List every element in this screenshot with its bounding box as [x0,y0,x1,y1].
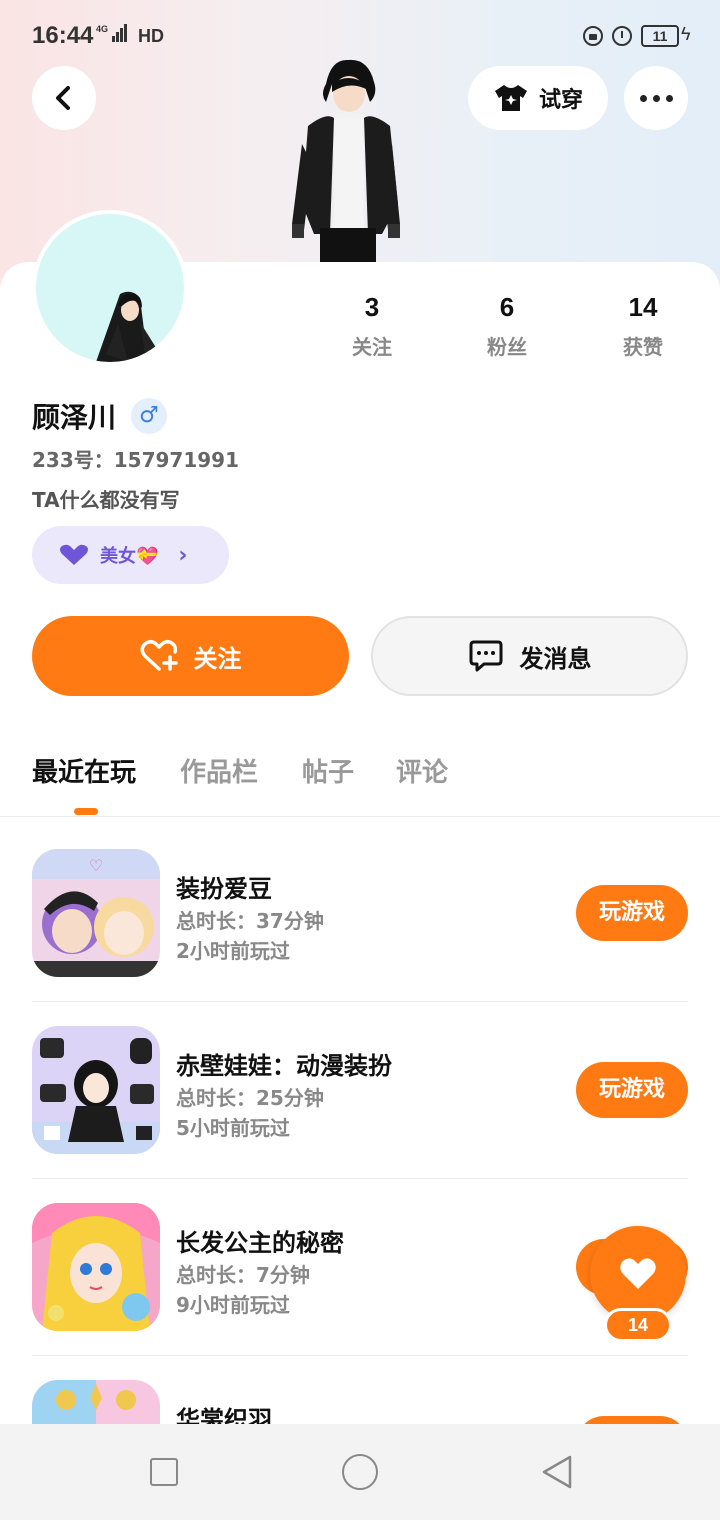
follow-button[interactable]: 关注 [32,616,349,696]
avatar-character-image [96,291,160,362]
system-nav-bar [0,1424,720,1520]
row-divider [32,1178,688,1179]
stat-followers[interactable]: 6 粉丝 [452,292,562,360]
send-message-button[interactable]: 发消息 [371,616,688,696]
tab-comments[interactable]: 评论 [396,752,448,789]
game-icon-doll-anime-dress-up [32,1026,160,1154]
heart-plus-icon [140,640,178,671]
back-triangle-icon[interactable] [540,1454,574,1490]
like-count-badge: 14 [604,1308,672,1342]
tabs-divider [0,816,720,817]
game-title: 长发公主的秘密 [176,1229,344,1257]
follow-label: 关注 [193,644,242,673]
profile-id: 233号：157971991 [32,448,239,472]
heart-icon [60,544,88,565]
active-tab-indicator [74,808,98,815]
profile-tabs: 最近在玩 作品栏 帖子 评论 [0,752,720,816]
signal-icon: 4G [96,24,128,42]
character-figure [292,59,400,264]
tab-posts[interactable]: 帖子 [302,752,354,789]
profile-bio: TA什么都没有写 [32,488,180,512]
try-on-button[interactable]: 试穿 [468,66,608,130]
stat-likes-count: 14 [628,292,658,322]
stat-following[interactable]: 3 关注 [317,292,427,360]
game-duration: 总时长：25分钟 [176,1086,324,1110]
profile-name: 顾泽川 [32,401,117,434]
play-game-button[interactable]: 玩游戏 [576,885,688,941]
game-title: 装扮爱豆 [176,875,272,903]
game-last-played: 5小时前玩过 [176,1116,290,1140]
back-button[interactable] [32,66,96,130]
svg-text:♡: ♡ [89,856,103,875]
tab-recently-played[interactable]: 最近在玩 [32,752,136,789]
chat-bubble-icon [469,640,502,672]
game-icon-dress-up-idol: ♡ [32,849,160,977]
personality-tag-label: 美女💝 [100,546,159,567]
row-divider [32,1355,688,1356]
game-last-played: 2小时前玩过 [176,939,290,963]
stat-following-count: 3 [364,292,380,322]
send-message-label: 发消息 [519,644,592,673]
male-gender-icon: ♂ [131,398,167,434]
recent-apps-button[interactable] [150,1458,178,1486]
chevron-left-icon [56,86,70,110]
play-game-button[interactable] [576,1416,688,1424]
game-duration: 总时长：7分钟 [176,1263,310,1287]
list-item[interactable]: 华裳织羽 [0,1380,720,1424]
personality-tag[interactable]: 美女💝 › [32,526,229,584]
charging-icon: ϟ [681,24,691,44]
heart-icon [620,1258,656,1289]
tab-works[interactable]: 作品栏 [180,752,258,789]
chevron-right-icon: › [178,542,188,568]
status-time: 16:44 [32,22,94,49]
home-button[interactable] [342,1454,378,1490]
play-game-button[interactable]: 玩游戏 [576,1062,688,1118]
stat-likes-label: 获赞 [623,335,663,359]
game-last-played: 9小时前玩过 [176,1293,290,1317]
hd-badge: HD [138,26,164,46]
battery-icon: 11 [641,25,679,47]
rotation-lock-icon [583,26,603,46]
stat-followers-label: 粉丝 [487,335,527,359]
game-icon-rapunzel-secret [32,1203,160,1331]
tshirt-icon [494,85,527,111]
avatar[interactable] [32,210,188,366]
row-divider [32,1001,688,1002]
list-item[interactable]: ♡ 装扮爱豆 总时长：37分钟 2小时前玩过 玩游戏 [0,849,720,1026]
game-title: 华裳织羽 [176,1406,272,1424]
stat-likes[interactable]: 14 获赞 [588,292,698,360]
more-dots-icon [639,94,647,102]
more-options-button[interactable] [624,66,688,130]
try-on-label: 试穿 [538,88,583,113]
game-icon-hua-chang [32,1380,160,1424]
stat-followers-count: 6 [499,292,515,322]
alarm-icon [612,26,632,46]
game-title: 赤壁娃娃：动漫装扮 [176,1052,392,1080]
game-duration: 总时长：37分钟 [176,909,324,933]
stat-following-label: 关注 [352,335,392,359]
list-item[interactable]: 赤壁娃娃：动漫装扮 总时长：25分钟 5小时前玩过 玩游戏 [0,1026,720,1203]
